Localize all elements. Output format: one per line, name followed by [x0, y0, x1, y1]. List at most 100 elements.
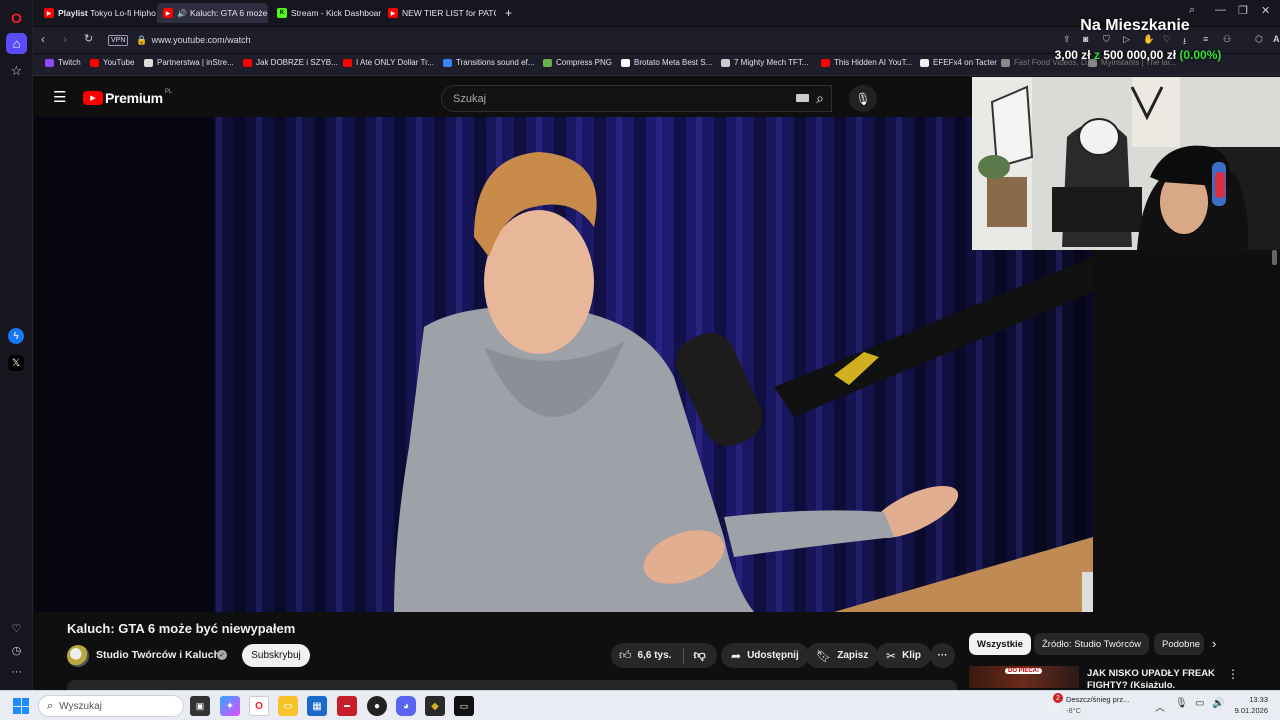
recommendation-title[interactable]: JAK NISKO UPADŁY FREAK FIGHTY? (Książulo…	[1087, 668, 1217, 688]
bookmark[interactable]: Transitions sound ef...	[443, 58, 534, 67]
history-icon[interactable]: ◷	[6, 640, 27, 661]
league-icon[interactable]: ◆	[425, 696, 445, 716]
reload-icon[interactable]: ↻	[84, 32, 93, 45]
opera-taskbar-icon[interactable]: O	[249, 696, 269, 716]
chip-related[interactable]: Podobne	[1154, 633, 1204, 655]
obs-icon[interactable]: ●	[367, 696, 387, 716]
chevron-right-icon[interactable]: ›	[1212, 636, 1216, 651]
minimize-icon[interactable]: —	[1215, 4, 1226, 16]
forward-icon[interactable]: ›	[63, 32, 67, 46]
monitor-icon[interactable]: ▭	[1195, 698, 1204, 709]
new-tab-button[interactable]: +	[501, 3, 519, 23]
heart-icon[interactable]: ♡	[1163, 34, 1171, 45]
youtube-logo[interactable]: ▶ Premium PL	[83, 89, 172, 106]
share-icon[interactable]: ⇪	[1063, 34, 1071, 45]
restore-icon[interactable]: ❐	[1238, 4, 1248, 17]
bookmark[interactable]: Brotato Meta Best S...	[621, 58, 712, 67]
messenger-icon[interactable]: ϟ	[8, 328, 24, 344]
streaming-app-icon[interactable]: ▬	[337, 696, 357, 716]
discord-icon[interactable]: ◕	[396, 696, 416, 716]
recommendation-thumbnail[interactable]: DO PIECA!	[969, 666, 1079, 688]
terminal-icon[interactable]: ▭	[454, 696, 474, 716]
tab-kaluch[interactable]: ▶ 🔊 Kaluch: GTA 6 może b	[157, 3, 268, 23]
bookmark-icon	[821, 58, 830, 67]
save-label: Zapisz	[837, 650, 869, 661]
bookmark[interactable]: YouTube	[90, 58, 134, 67]
tab-label: Stream - Kick Dashboard	[291, 8, 381, 18]
microphone-icon[interactable]: 🎙	[1175, 698, 1188, 709]
bookmark[interactable]: Twitch	[45, 58, 81, 67]
channel-name[interactable]: Studio Twórców i Kaluch	[96, 649, 220, 661]
x-icon[interactable]: 𝕏	[8, 355, 24, 371]
chip-all[interactable]: Wszystkie	[969, 633, 1031, 655]
file-explorer-icon[interactable]: ▭	[278, 696, 298, 716]
bookmark[interactable]: I Ate ONLY Dollar Tr...	[343, 58, 434, 67]
menu-icon[interactable]: ≡	[1203, 34, 1208, 44]
microphone-icon: 🎙	[855, 91, 871, 106]
bookmark-label: Twitch	[58, 58, 81, 67]
search-tabs-icon[interactable]: ⌕	[1189, 4, 1195, 17]
bookmark[interactable]: Jak DOBRZE i SZYB...	[243, 58, 338, 67]
url-field[interactable]: VPN 🔒 www.youtube.com/watch	[105, 30, 1035, 50]
ai-button[interactable]: Ai	[1273, 34, 1280, 44]
cube-icon[interactable]: ⬡	[1255, 34, 1263, 45]
tab-tier-list[interactable]: ▶ NEW TIER LIST for PATCH	[382, 3, 496, 23]
more-actions-button[interactable]: ···	[930, 643, 955, 668]
channel-avatar[interactable]	[67, 645, 89, 667]
shield-icon[interactable]: ⛉	[1103, 34, 1110, 45]
hand-icon[interactable]: ✋	[1143, 34, 1154, 45]
search-input[interactable]: Szukaj	[441, 85, 832, 112]
lock-icon[interactable]: 🔒	[136, 35, 147, 46]
profile-icon[interactable]: ⚇	[1223, 34, 1231, 45]
bookmark[interactable]: Compress PNG	[543, 58, 612, 67]
bookmark[interactable]: EFEFx4 on Tacter	[920, 58, 997, 67]
secondary-panel	[1093, 250, 1280, 613]
clip-button[interactable]: ✂ Klip	[876, 643, 931, 668]
bookmark[interactable]: Partnerstwa | inStre...	[144, 58, 234, 67]
bookmark-label: Partnerstwa | inStre...	[157, 58, 234, 67]
tab-prefix: Playlist	[58, 8, 88, 18]
task-view-icon[interactable]: ▣	[190, 696, 210, 716]
hamburger-menu-icon[interactable]: ☰	[53, 88, 66, 106]
search-button[interactable]: ⌕	[801, 85, 839, 112]
vpn-badge[interactable]: VPN	[108, 34, 129, 46]
clock-date[interactable]: 9.01.2026	[1220, 706, 1268, 715]
voice-search-button[interactable]: 🎙	[849, 85, 877, 112]
chevron-up-icon[interactable]: ︿	[1155, 699, 1165, 714]
bookmark[interactable]: 7 Mighty Mech TFT...	[721, 58, 809, 67]
like-icon[interactable]: 👍︎	[619, 648, 632, 663]
taskbar-search-input[interactable]: ⌕ Wyszukaj	[38, 695, 184, 717]
copilot-icon[interactable]: ✦	[220, 696, 240, 716]
opera-logo-icon[interactable]: O	[6, 7, 27, 28]
weather-text[interactable]: Deszcz/śnieg prz...	[1066, 695, 1129, 704]
speaker-icon[interactable]: 🔊	[177, 9, 187, 18]
dislike-icon[interactable]: 👎︎	[693, 648, 705, 663]
scrollbar-thumb[interactable]	[1272, 250, 1277, 265]
save-button[interactable]: 🔖︎ Zapisz	[806, 643, 879, 668]
url-text[interactable]: www.youtube.com/watch	[152, 35, 251, 45]
chip-source[interactable]: Źródło: Studio Twórców	[1034, 633, 1150, 655]
like-count[interactable]: 6,6 tys.	[638, 650, 672, 661]
star-icon[interactable]: ☆	[6, 60, 27, 81]
subscribe-button[interactable]: Subskrybuj	[242, 644, 310, 667]
vertical-dots-icon[interactable]: ⋮	[1227, 667, 1239, 681]
play-icon[interactable]: ▷	[1123, 34, 1130, 45]
back-icon[interactable]: ‹	[41, 32, 45, 46]
more-icon[interactable]: ···	[6, 661, 27, 682]
tab-playlist[interactable]: ▶ Playlist Tokyo Lo-fi Hiphop	[38, 3, 156, 23]
share-button[interactable]: ➦ Udostępnij	[721, 643, 809, 668]
temperature: -8°C	[1066, 706, 1082, 715]
camera-icon[interactable]: ◙	[1083, 34, 1088, 44]
tab-kick[interactable]: K Stream - Kick Dashboard	[271, 3, 381, 23]
close-icon[interactable]: ✕	[1261, 4, 1270, 17]
clock-time[interactable]: 13:33	[1228, 695, 1268, 704]
windows-start-icon[interactable]	[13, 698, 29, 714]
video-player[interactable]	[34, 117, 1093, 612]
thumbnail-badge: DO PIECA!	[1005, 668, 1043, 674]
description-box[interactable]	[67, 680, 957, 690]
home-icon[interactable]: ⌂	[6, 33, 27, 54]
store-icon[interactable]: ▦	[307, 696, 327, 716]
heart-icon[interactable]: ♡	[6, 618, 27, 639]
bookmark[interactable]: This Hidden AI YouT...	[821, 58, 912, 67]
bookmark-icon	[920, 58, 929, 67]
